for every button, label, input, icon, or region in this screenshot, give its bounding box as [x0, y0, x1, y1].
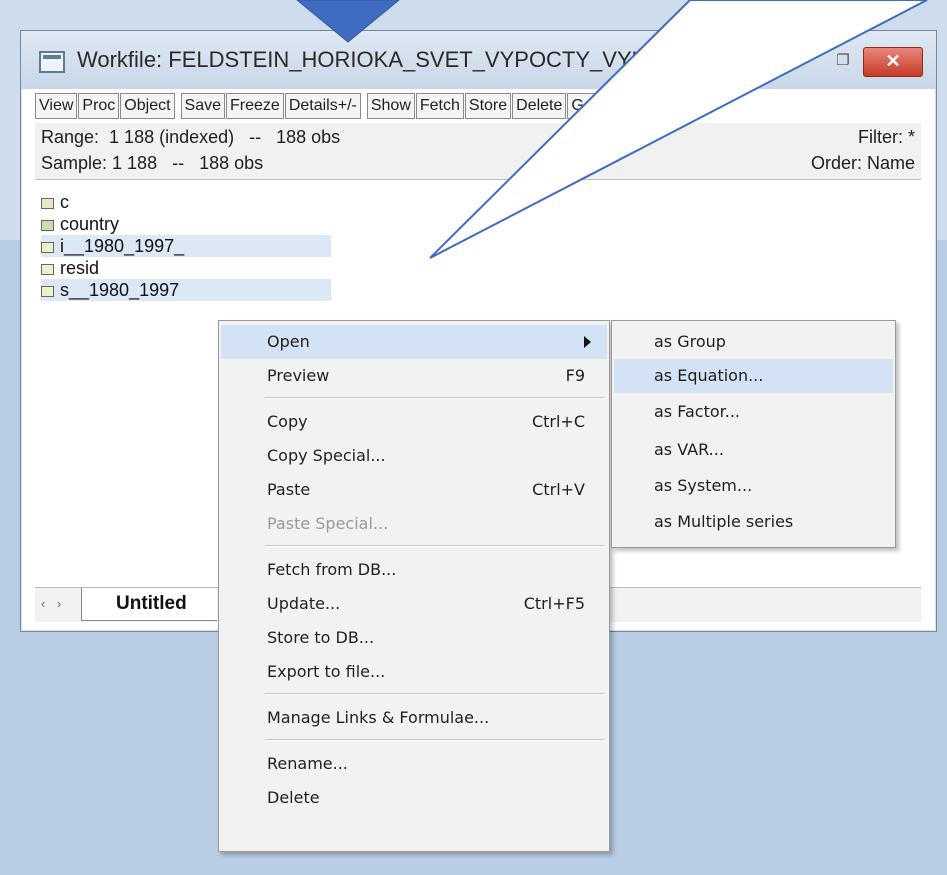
list-item[interactable]: country — [41, 213, 119, 235]
list-item[interactable]: i__1980_1997_ — [41, 235, 331, 257]
toolbar-sample-button[interactable]: Sample — [611, 93, 675, 119]
toolbar-proc-button[interactable]: Proc — [78, 93, 120, 119]
menu-item-shortcut: Ctrl+V — [532, 480, 585, 499]
submenu-arrow-icon — [584, 336, 591, 348]
context-menu: Open Preview F9 Copy Ctrl+C Copy Special..… — [218, 320, 610, 852]
coef-icon — [41, 198, 54, 209]
series-icon — [41, 242, 54, 253]
submenu-item-label: as Multiple series — [654, 512, 794, 531]
menu-item-label: Copy — [267, 412, 308, 431]
list-item[interactable]: s__1980_1997 — [41, 279, 331, 301]
menu-item-copy-special[interactable]: Copy Special... — [221, 439, 607, 473]
window-titlebar[interactable]: Workfile: FELDSTEIN_HORIOKA_SVET_VYPOCTY… — [21, 31, 936, 89]
menu-item-paste-special: Paste Special... — [221, 507, 607, 541]
menu-item-rename[interactable]: Rename... — [221, 747, 607, 781]
menu-item-label: Copy Special... — [267, 446, 386, 465]
submenu-item-label: as Factor... — [654, 402, 740, 421]
submenu-item-label: as Group — [654, 332, 726, 351]
object-name: country — [60, 214, 120, 234]
object-name: s__1980_1997 — [60, 280, 180, 300]
submenu-item-label: as Equation... — [654, 366, 764, 385]
series-icon — [41, 286, 54, 297]
workfile-info-bar: Range: 1 188 (indexed) -- 188 obs Sample… — [35, 123, 921, 180]
menu-item-shortcut: Ctrl+F5 — [523, 594, 585, 613]
toolbar-store-button[interactable]: Store — [464, 93, 512, 119]
toolbar-delete-button[interactable]: Delete — [512, 93, 567, 119]
menu-item-label: Open — [267, 332, 310, 351]
menu-item-update[interactable]: Update... Ctrl+F5 — [221, 587, 607, 621]
filter-label[interactable]: Filter: * — [858, 127, 915, 148]
toolbar-details-button[interactable]: Details+/- — [284, 93, 361, 119]
tab-untitled[interactable]: Untitled — [81, 588, 217, 621]
list-item[interactable]: c — [41, 191, 69, 213]
object-name: resid — [60, 258, 100, 278]
menu-item-fetch-from-db[interactable]: Fetch from DB... — [221, 553, 607, 587]
menu-item-label: Rename... — [267, 754, 348, 773]
menu-separator — [265, 739, 605, 741]
menu-item-label: Export to file... — [267, 662, 386, 681]
submenu-item-as-equation[interactable]: as Equation... — [614, 359, 893, 393]
object-name: c — [60, 192, 69, 212]
menu-item-label: Store to DB... — [267, 628, 375, 647]
workfile-toolbar: View Proc Object Save Freeze Details+/- Show Fe… — [35, 93, 675, 119]
menu-item-label: Preview — [267, 366, 330, 385]
menu-item-paste[interactable]: Paste Ctrl+V — [221, 473, 607, 507]
alpha-icon — [41, 220, 54, 231]
menu-separator — [265, 693, 605, 695]
toolbar-genr-button[interactable]: Genr — [567, 93, 611, 119]
submenu-item-label: as VAR... — [654, 440, 724, 459]
submenu-item-as-system[interactable]: as System... — [614, 469, 893, 503]
menu-separator — [265, 397, 605, 399]
menu-item-label: Paste — [267, 480, 311, 499]
menu-item-delete[interactable]: Delete — [221, 781, 607, 815]
menu-item-shortcut: F9 — [565, 366, 585, 385]
submenu-item-as-multiple-series[interactable]: as Multiple series — [614, 505, 893, 539]
toolbar-view-button[interactable]: View — [35, 93, 78, 119]
menu-item-store-to-db[interactable]: Store to DB... — [221, 621, 607, 655]
toolbar-fetch-button[interactable]: Fetch — [415, 93, 464, 119]
menu-item-label: Paste Special... — [267, 514, 389, 533]
menu-separator — [265, 545, 605, 547]
submenu-item-as-factor[interactable]: as Factor... — [614, 395, 893, 429]
menu-item-shortcut: Ctrl+C — [531, 412, 585, 431]
submenu-item-label: as System... — [654, 476, 753, 495]
window-title: Workfile: FELDSTEIN_HORIOKA_SVET_VYPOCTY… — [77, 47, 677, 72]
toolbar-show-button[interactable]: Show — [366, 93, 415, 119]
menu-item-preview[interactable]: Preview F9 — [221, 359, 607, 393]
menu-item-label: Update... — [267, 594, 341, 613]
workfile-icon — [39, 51, 65, 73]
object-name: i__1980_1997_ — [60, 236, 185, 256]
menu-item-label: Delete — [267, 788, 320, 807]
menu-item-open[interactable]: Open — [221, 325, 607, 359]
submenu-item-as-group[interactable]: as Group — [614, 325, 893, 359]
menu-item-copy[interactable]: Copy Ctrl+C — [221, 405, 607, 439]
menu-item-label: Fetch from DB... — [267, 560, 397, 579]
submenu-item-as-var[interactable]: as VAR... — [614, 433, 893, 467]
menu-item-manage-links[interactable]: Manage Links & Formulae... — [221, 701, 607, 735]
toolbar-object-button[interactable]: Object — [120, 93, 175, 119]
sample-label[interactable]: Sample: 1 188 -- 188 obs — [41, 153, 263, 174]
order-label[interactable]: Order: Name — [811, 153, 915, 174]
menu-item-export-to-file[interactable]: Export to file... — [221, 655, 607, 689]
restore-button[interactable]: ❐ — [821, 49, 865, 73]
toolbar-freeze-button[interactable]: Freeze — [226, 93, 284, 119]
menu-item-label: Manage Links & Formulae... — [267, 708, 490, 727]
open-submenu: as Group as Equation... as Factor... as … — [611, 320, 896, 548]
toolbar-save-button[interactable]: Save — [180, 93, 226, 119]
close-button[interactable]: ✕ — [863, 47, 923, 77]
list-item[interactable]: resid — [41, 257, 99, 279]
range-label[interactable]: Range: 1 188 (indexed) -- 188 obs — [41, 127, 340, 148]
tab-nav-arrows[interactable]: ‹ › — [41, 596, 65, 611]
series-icon — [41, 264, 54, 275]
